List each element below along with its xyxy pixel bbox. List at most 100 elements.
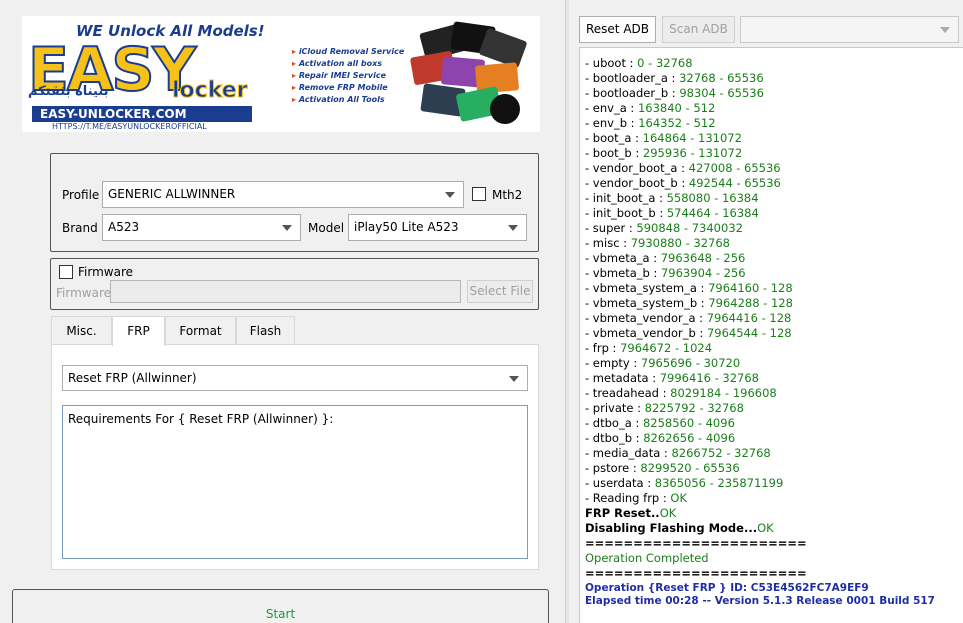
partition-value: 492544 - 65536 [688,176,781,190]
firmware-field-label: Firmware [56,286,111,300]
reset-adb-button[interactable]: Reset ADB [579,16,656,43]
log-text: Operation Completed [585,551,709,565]
banner-cards-image [402,21,532,124]
frp-operation-select[interactable]: Reset FRP (Allwinner) [62,365,528,391]
banner-arabic: بنيناه بثقتكم [28,84,109,99]
firmware-group: Firmware Firmware Select File [50,258,539,310]
log-operation-id: Operation {Reset FRP } ID: C53E4562FC7A9… [585,581,935,594]
log-partition-line: - init_boot_b : 574464 - 16384 [585,206,935,221]
partition-name: - vbmeta_b : [585,266,661,280]
log-lines: - uboot : 0 - 32768- bootloader_a : 3276… [585,48,935,607]
log-partition-line: - bootloader_a : 32768 - 65536 [585,71,935,86]
mth2-label: Mth2 [492,188,523,202]
log-output[interactable]: - uboot : 0 - 32768- bootloader_a : 3276… [579,47,963,623]
partition-value: 8225792 - 32768 [644,401,744,415]
partition-name: - vbmeta_vendor_a : [585,311,707,325]
profile-label: Profile [62,188,100,202]
partition-value: 7930880 - 32768 [630,236,730,250]
model-select[interactable]: iPlay50 Lite A523 [348,214,527,241]
tab-frp[interactable]: FRP [112,316,165,346]
banner-services: iCloud Removal Service Activation all bo… [292,46,404,106]
log-completed: Operation Completed [585,551,935,566]
banner-service: iCloud Removal Service [292,46,404,58]
partition-name: - pstore : [585,461,641,475]
port-select[interactable] [740,16,959,43]
mth2-checkbox[interactable] [472,187,486,201]
log-reading-frp: - Reading frp : OK [585,491,935,506]
brand-value: A523 [108,220,140,234]
log-text: Disabling Flashing Mode... [585,521,758,535]
banner-url: EASY-UNLOCKER.COM [32,106,252,122]
partition-value: 164352 - 512 [638,116,716,130]
partition-name: - boot_a : [585,131,643,145]
log-partition-line: - env_b : 164352 - 512 [585,116,935,131]
log-partition-line: - super : 590848 - 7340032 [585,221,935,236]
model-value: iPlay50 Lite A523 [354,220,459,234]
banner-service: Activation All Tools [292,94,404,106]
partition-value: 590848 - 7340032 [636,221,743,235]
partition-value: 164864 - 131072 [642,131,742,145]
partition-name: - userdata : [585,476,655,490]
brand-select[interactable]: A523 [102,214,301,241]
partition-name: - init_boot_b : [585,206,667,220]
partition-name: - treadahead : [585,386,671,400]
log-partition-line: - userdata : 8365056 - 235871199 [585,476,935,491]
partition-name: - metadata : [585,371,660,385]
requirements-text: Requirements For { Reset FRP (Allwinner)… [68,412,334,426]
log-partition-line: - env_a : 163840 - 512 [585,101,935,116]
log-partition-line: - vbmeta_a : 7963648 - 256 [585,251,935,266]
start-button[interactable]: Start [12,589,549,623]
firmware-path-field[interactable] [110,280,461,303]
log-partition-line: - init_boot_a : 558080 - 16384 [585,191,935,206]
partition-name: - empty : [585,356,641,370]
requirements-textarea[interactable]: Requirements For { Reset FRP (Allwinner)… [62,405,528,559]
partition-name: - vbmeta_vendor_b : [585,326,707,340]
banner-url2: HTTPS://T.ME/EASYUNLOCKEROFFICIAL [52,122,207,131]
partition-value: 7965696 - 30720 [640,356,741,370]
log-partition-line: - vbmeta_vendor_b : 7964544 - 128 [585,326,935,341]
partition-name: - boot_b : [585,146,643,160]
tab-misc[interactable]: Misc. [51,316,112,345]
right-panel: Reset ADB Scan ADB - uboot : 0 - 32768- … [569,0,963,623]
partition-value: 7964416 - 128 [706,311,792,325]
log-partition-line: - vbmeta_b : 7963904 - 256 [585,266,935,281]
log-partition-line: - boot_a : 164864 - 131072 [585,131,935,146]
partition-name: - private : [585,401,645,415]
firmware-checkbox[interactable] [59,265,73,279]
easy-locker-banner: WE Unlock All Models! EASY locker بنيناه… [22,16,540,132]
log-partition-line: - vendor_boot_b : 492544 - 65536 [585,176,935,191]
partition-value: 574464 - 16384 [666,206,759,220]
start-label: Start [265,607,296,621]
log-status: OK [670,491,687,505]
tab-format[interactable]: Format [165,316,236,345]
log-disabling: Disabling Flashing Mode...OK [585,521,935,536]
chevron-down-icon [508,225,518,231]
partition-name: - vbmeta_system_b : [585,296,709,310]
log-partition-line: - frp : 7964672 - 1024 [585,341,935,356]
tab-flash[interactable]: Flash [236,316,295,345]
log-partition-line: - dtbo_b : 8262656 - 4096 [585,431,935,446]
chevron-down-icon [445,192,455,198]
partition-name: - uboot : [585,56,638,70]
log-text: Operation {Reset FRP } ID: C53E4562FC7A9… [585,582,869,594]
log-status: OK [659,506,677,520]
log-partition-line: - bootloader_b : 98304 - 65536 [585,86,935,101]
log-line-cut [585,48,935,56]
scan-adb-button[interactable]: Scan ADB [662,16,735,43]
device-group: Profile GENERIC ALLWINNER Mth2 Brand A52… [50,153,539,252]
partition-name: - frp : [585,341,621,355]
partition-name: - dtbo_a : [585,416,643,430]
log-text: FRP Reset.. [585,506,660,520]
frp-operation-value: Reset FRP (Allwinner) [68,371,197,385]
banner-service: Remove FRP Mobile [292,82,404,94]
partition-name: - env_a : [585,101,638,115]
partition-value: 7964544 - 128 [706,326,792,340]
banner-service: Repair IMEI Service [292,70,404,82]
left-panel: WE Unlock All Models! EASY locker بنيناه… [0,0,565,623]
partition-name: - vendor_boot_b : [585,176,689,190]
profile-select[interactable]: GENERIC ALLWINNER [102,181,464,208]
log-separator: ======================= [585,536,935,551]
select-file-button[interactable]: Select File [467,280,533,303]
banner-service: Activation all boxs [292,58,404,70]
log-partition-line: - dtbo_a : 8258560 - 4096 [585,416,935,431]
